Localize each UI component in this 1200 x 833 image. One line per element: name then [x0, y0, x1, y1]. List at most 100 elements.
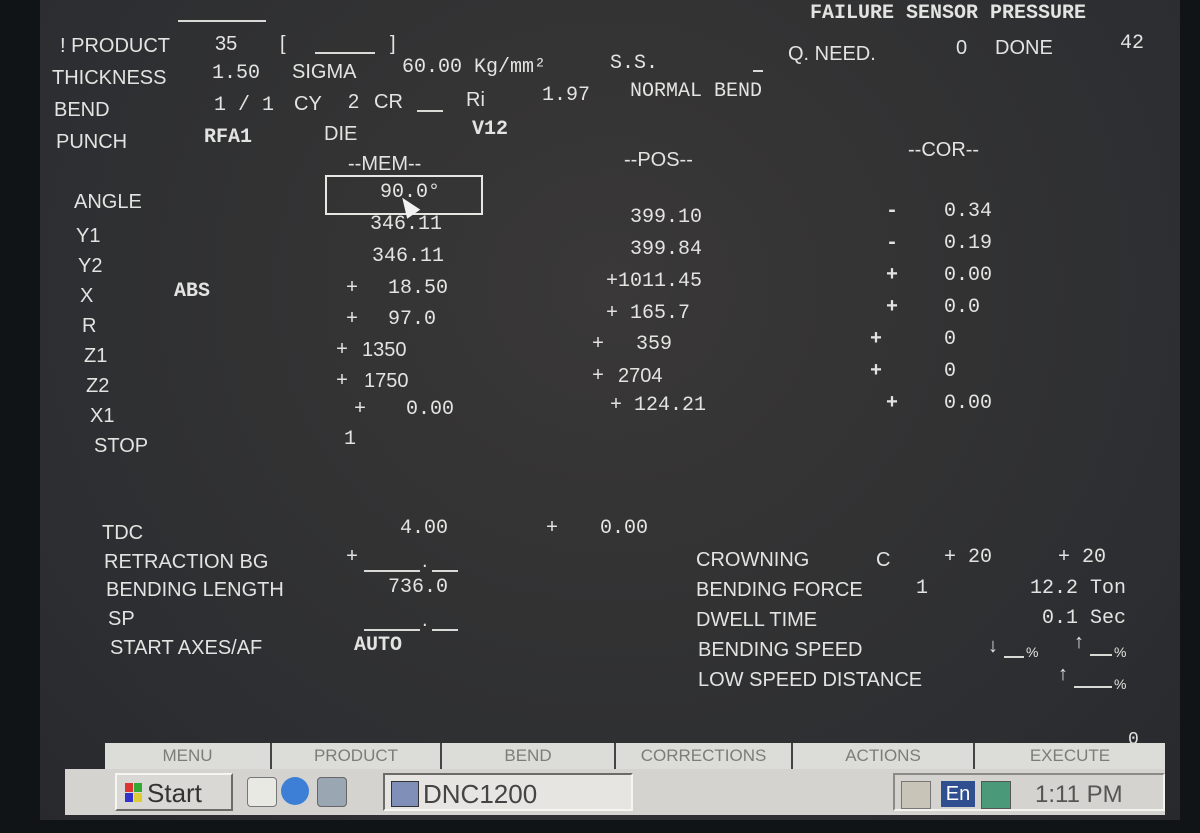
- axis-label-x1: X1: [90, 405, 115, 427]
- z2-cor-value: 0: [944, 360, 957, 383]
- stop-mem-value[interactable]: 1: [344, 428, 356, 452]
- low-speed-distance-label: LOW SPEED DISTANCE: [698, 669, 923, 691]
- crowning-value-2[interactable]: + 20: [1058, 546, 1106, 570]
- speed-up-unit-icon: %: [1114, 644, 1127, 660]
- speed-up-arrow-icon: ↑: [1074, 631, 1084, 653]
- thickness-value: 1.50: [212, 62, 261, 85]
- z2-mem-value[interactable]: 1750: [364, 369, 409, 393]
- x1-mem-value[interactable]: 0.00: [406, 398, 454, 422]
- softkey-corrections[interactable]: CORRECTIONS: [616, 743, 793, 769]
- low-speed-distance-field[interactable]: [1074, 686, 1112, 688]
- angle-pos-value: 399.10: [630, 206, 703, 229]
- tdc-value[interactable]: 4.00: [400, 517, 448, 541]
- ss-label: S.S.: [610, 52, 659, 75]
- retraction-bg-label: RETRACTION BG: [104, 551, 269, 573]
- q-need-label: Q. NEED.: [788, 43, 876, 65]
- tdc-label: TDC: [102, 522, 144, 544]
- r-mem-sign: +: [346, 308, 359, 331]
- softkey-bend[interactable]: BEND: [442, 743, 616, 769]
- cor-column-header: --COR--: [908, 139, 980, 161]
- done-value: 42: [1120, 32, 1145, 55]
- r-mem-value[interactable]: 97.0: [388, 308, 436, 332]
- bending-length-value[interactable]: 736.0: [388, 576, 448, 600]
- z1-cor-value: 0: [944, 328, 957, 351]
- product-name-field[interactable]: [315, 52, 375, 54]
- punch-label: PUNCH: [56, 131, 128, 153]
- softkey-menu[interactable]: MENU: [105, 743, 272, 769]
- softkey-execute[interactable]: EXECUTE: [975, 743, 1165, 769]
- taskbar: Start DNC1200 En 1:11 PM: [65, 769, 1165, 815]
- sp-field-int[interactable]: [364, 629, 420, 631]
- axis-label-r: R: [82, 315, 97, 337]
- x1-cor-sign: +: [886, 392, 899, 415]
- ri-label: Ri: [466, 89, 485, 111]
- task-dnc1200[interactable]: DNC1200: [383, 773, 633, 811]
- bending-force-label: BENDING FORCE: [696, 579, 863, 601]
- crowning-value-1[interactable]: + 20: [944, 546, 992, 570]
- sp-field-dec[interactable]: [432, 629, 458, 631]
- bending-force-index: 1: [916, 577, 929, 600]
- z2-cor-sign: +: [870, 360, 883, 383]
- pos-column-header: --POS--: [624, 149, 693, 171]
- z2-mem-sign: +: [336, 370, 349, 393]
- low-speed-unit-icon: %: [1114, 676, 1127, 692]
- y1-mem-value[interactable]: 346.11: [370, 213, 442, 237]
- softkey-actions[interactable]: ACTIONS: [793, 743, 975, 769]
- cnc-screen: FAILURE SENSOR PRESSURE ! PRODUCT 35 [ ]…: [40, 0, 1180, 820]
- bend-label: BEND: [54, 99, 110, 121]
- retraction-bg-field-dec[interactable]: [432, 570, 458, 572]
- x-cor-sign: +: [886, 264, 899, 287]
- top-underline: [178, 20, 266, 22]
- cy-label: CY: [294, 93, 322, 115]
- channels-icon[interactable]: [317, 777, 347, 807]
- ss-field[interactable]: [753, 70, 763, 72]
- x1-pos-value: + 124.21: [610, 394, 707, 417]
- softkey-bar: MENU PRODUCT BEND CORRECTIONS ACTIONS EX…: [65, 743, 1165, 769]
- thickness-label: THICKNESS: [52, 67, 167, 89]
- start-axes-value[interactable]: AUTO: [354, 634, 402, 658]
- retraction-bg-field-int[interactable]: [364, 570, 420, 572]
- done-label: DONE: [995, 37, 1053, 59]
- crowning-label: CROWNING: [696, 549, 810, 571]
- z1-cor-sign: +: [870, 328, 883, 351]
- speed-down-unit-icon: %: [1026, 644, 1039, 660]
- status-banner: FAILURE SENSOR PRESSURE: [810, 2, 1087, 25]
- start-axes-label: START AXES/AF: [110, 637, 263, 659]
- crowning-mode: C: [876, 549, 891, 571]
- bend-mode: NORMAL BEND: [630, 80, 763, 103]
- y2-pos-value: 399.84: [630, 238, 703, 261]
- axis-label-stop: STOP: [94, 435, 149, 457]
- x-mem-value[interactable]: 18.50: [388, 277, 448, 301]
- retraction-bg-dot: .: [420, 554, 430, 572]
- system-tray: En 1:11 PM: [893, 773, 1165, 811]
- sigma-value: 60.00 Kg/mm²: [402, 56, 547, 79]
- z1-mem-value[interactable]: 1350: [362, 338, 407, 362]
- x-pos-value: +1011.45: [606, 270, 703, 293]
- tray-network-icon[interactable]: [981, 781, 1011, 809]
- y2-mem-value[interactable]: 346.11: [372, 245, 444, 269]
- tdc-sign: +: [546, 517, 559, 540]
- cr-field[interactable]: [417, 110, 443, 112]
- softkey-product[interactable]: PRODUCT: [272, 743, 442, 769]
- internet-explorer-icon[interactable]: [281, 777, 309, 805]
- start-button[interactable]: Start: [115, 773, 233, 811]
- z1-pos-sign: +: [592, 333, 605, 356]
- axis-label-z2: Z2: [86, 375, 110, 397]
- x-cor-value: 0.00: [944, 264, 993, 287]
- speed-down-field[interactable]: [1004, 656, 1024, 658]
- product-value: 35: [215, 33, 238, 55]
- bending-speed-label: BENDING SPEED: [698, 639, 863, 661]
- speed-up-field[interactable]: [1090, 654, 1112, 656]
- sp-dot: .: [420, 613, 430, 631]
- bending-force-value[interactable]: 12.2 Ton: [1030, 577, 1126, 601]
- punch-value: RFA1: [204, 126, 253, 149]
- language-indicator[interactable]: En: [941, 781, 975, 807]
- product-label: ! PRODUCT: [60, 35, 170, 57]
- dwell-time-label: DWELL TIME: [696, 609, 818, 631]
- sp-label: SP: [108, 608, 135, 630]
- retraction-bg-sign: +: [346, 546, 359, 569]
- clock: 1:11 PM: [1035, 781, 1123, 808]
- desktop-icon[interactable]: [247, 777, 277, 807]
- dwell-time-value[interactable]: 0.1 Sec: [1042, 607, 1126, 631]
- tray-scheduler-icon[interactable]: [901, 781, 931, 809]
